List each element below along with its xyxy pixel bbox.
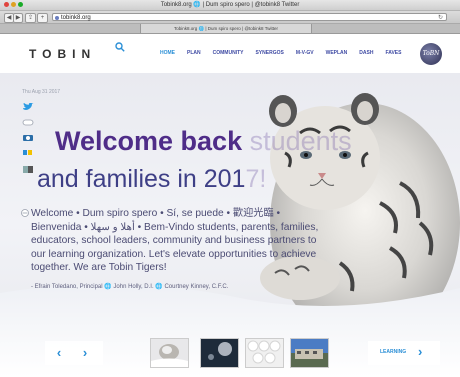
- nav-item-dash[interactable]: DASH: [359, 50, 373, 56]
- flags-icon[interactable]: [22, 165, 34, 174]
- credits-line: - Efrain Toledano, Principal 🌐 John Holl…: [31, 284, 229, 290]
- learning-button[interactable]: LEARNING ›: [368, 341, 440, 365]
- headline2-faded-text: 7!: [245, 165, 267, 193]
- thumbnail-tiger[interactable]: [150, 338, 189, 368]
- headline2-main-text: and families in 201: [37, 165, 246, 193]
- browser-toolbar: ◀ ▶ ⇪ + tobink8.org ↻: [0, 11, 460, 24]
- nav-item-community[interactable]: COMMUNITY: [213, 50, 244, 56]
- thumbnail-building[interactable]: [290, 338, 329, 368]
- hero-section: Thu Aug 31 2017 Welcome back students an…: [0, 73, 460, 377]
- prev-slide-button[interactable]: ‹: [49, 345, 69, 360]
- nav-item-m-v-gv[interactable]: M-V-GV: [296, 50, 314, 56]
- nav-item-faves[interactable]: FAVES: [385, 50, 401, 56]
- nav-item-synergos[interactable]: SYNERGOS: [255, 50, 283, 56]
- camera-icon[interactable]: [22, 133, 34, 142]
- main-nav: HOME PLAN COMMUNITY SYNERGOS M-V-GV WEPL…: [160, 50, 401, 56]
- school-badge-logo[interactable]: ToBN: [420, 43, 442, 65]
- twitter-icon[interactable]: [22, 103, 34, 112]
- address-bar-text: tobink8.org: [61, 15, 91, 21]
- headline-main-text: Welcome back: [55, 126, 243, 156]
- thumbnail-night[interactable]: [200, 338, 239, 368]
- reload-icon[interactable]: ↻: [438, 14, 443, 22]
- tab-active[interactable]: Tobink8.org 🌐 | Dum spiro spero | @tobin…: [140, 24, 312, 33]
- site-favicon-icon: [55, 16, 59, 20]
- headline-faded-text: students: [242, 126, 352, 156]
- site-header: TOBIN HOME PLAN COMMUNITY SYNERGOS M-V-G…: [0, 34, 460, 72]
- site-logo[interactable]: TOBIN: [29, 47, 96, 61]
- window-titlebar: Tobink8.org 🌐 | Dum spiro spero | @tobin…: [0, 0, 460, 11]
- next-slide-button[interactable]: ›: [75, 345, 95, 360]
- site-logo-text: TOBIN: [29, 47, 97, 61]
- slide-pager: ‹ ›: [45, 341, 103, 365]
- tab-bar: Tobink8.org 🌐 | Dum spiro spero | @tobin…: [0, 24, 460, 34]
- speaker-icon: [21, 209, 29, 217]
- nav-item-plan[interactable]: PLAN: [187, 50, 201, 56]
- chevron-right-icon: ›: [418, 344, 423, 359]
- window-title: Tobink8.org 🌐 | Dum spiro spero | @tobin…: [160, 2, 300, 8]
- share-button[interactable]: ⇪: [25, 13, 36, 23]
- browser-window: Tobink8.org 🌐 | Dum spiro spero | @tobin…: [0, 0, 460, 377]
- thumbnail-spheres[interactable]: [245, 338, 284, 368]
- search-icon[interactable]: [115, 42, 125, 52]
- chat-bubble-icon[interactable]: [22, 118, 34, 127]
- flag-icon[interactable]: [22, 148, 34, 157]
- families-headline: and families in 2017!: [37, 165, 266, 194]
- forward-button[interactable]: ▶: [13, 13, 23, 23]
- add-bookmark-button[interactable]: +: [37, 13, 48, 23]
- nav-item-home[interactable]: HOME: [160, 50, 175, 56]
- address-bar[interactable]: tobink8.org ↻: [52, 13, 447, 21]
- date-label: Thu Aug 31 2017: [22, 89, 61, 95]
- welcome-headline: Welcome back students: [55, 126, 352, 157]
- nav-item-weplan[interactable]: WEPLAN: [326, 50, 348, 56]
- learning-label: LEARNING: [380, 349, 407, 355]
- welcome-message: Welcome • Dum spiro spero • Sí, se puede…: [31, 208, 319, 273]
